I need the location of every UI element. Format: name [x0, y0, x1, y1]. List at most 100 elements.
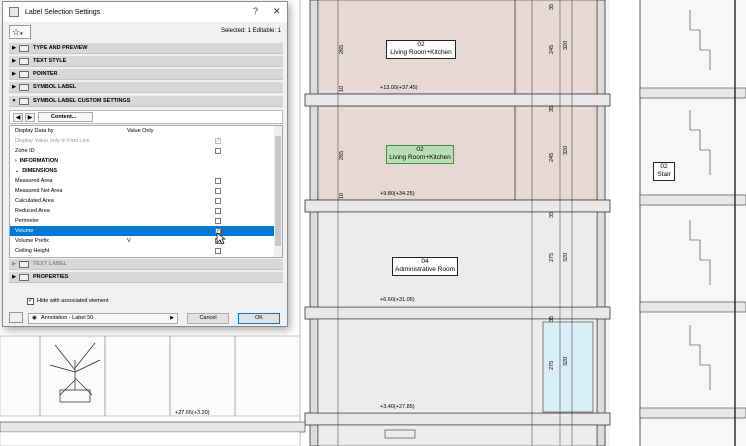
- ok-button[interactable]: OK: [238, 313, 280, 324]
- row-label: Measured Area: [15, 178, 53, 184]
- dimension-text: 35: [549, 3, 555, 10]
- favorite-label: Annotation - Label 50: [41, 315, 94, 321]
- next-icon[interactable]: ▶: [25, 113, 35, 122]
- favorites-button[interactable]: ☆▾: [9, 25, 31, 39]
- hide-with-element-label: Hide with associated element: [37, 298, 109, 304]
- prev-icon[interactable]: ◀: [13, 113, 23, 122]
- list-scrollbar[interactable]: [274, 126, 282, 257]
- section-icon: [19, 57, 29, 65]
- section-icon: [19, 273, 29, 281]
- dimension-text: 320: [563, 356, 569, 366]
- row-label: Volume Prefix: [15, 238, 49, 244]
- chevron-right-icon: ▶: [170, 315, 174, 321]
- dimension-text: 265: [339, 44, 345, 54]
- elevation-marker: +13.00(+37.45): [380, 85, 418, 91]
- row-label: Measured Net Area: [15, 188, 63, 194]
- hide-with-element-checkbox[interactable]: ✓: [27, 298, 34, 305]
- chevron-right-icon: ▶: [12, 71, 16, 77]
- row-value[interactable]: Value Only: [127, 126, 154, 136]
- scrollbar-thumb[interactable]: [275, 136, 281, 246]
- favorite-selector[interactable]: ◉ Annotation - Label 50 ▶: [28, 313, 178, 324]
- dimension-text: 245: [549, 44, 555, 54]
- chevron-down-icon: ⌄: [15, 168, 20, 174]
- list-group[interactable]: › INFORMATION: [10, 156, 275, 166]
- row-checkbox[interactable]: [215, 218, 221, 224]
- list-item[interactable]: Perimeter: [10, 216, 275, 226]
- section-text-label[interactable]: ▶ TEXT LABEL: [9, 259, 283, 270]
- row-label: Display Data by: [15, 128, 54, 134]
- row-label: Display Value only in First Line: [15, 138, 90, 144]
- star-icon: ☆: [12, 27, 21, 37]
- section-icon: [19, 260, 29, 268]
- section-type-and-preview[interactable]: ▶ TYPE AND PREVIEW: [9, 43, 283, 54]
- row-checkbox[interactable]: [215, 208, 221, 214]
- section-icon: [19, 70, 29, 78]
- list-item[interactable]: Zone ID: [10, 146, 275, 156]
- list-item[interactable]: Ceiling Height: [10, 246, 275, 256]
- list-item-selected[interactable]: Volume ✓: [10, 226, 275, 236]
- elevation-marker: +9.80(+34.25): [380, 191, 415, 197]
- list-item[interactable]: Measured Area: [10, 176, 275, 186]
- selection-info: Selected: 1 Editable: 1: [220, 28, 281, 34]
- row-checkbox[interactable]: [215, 198, 221, 204]
- section-icon: [19, 97, 29, 105]
- section-properties[interactable]: ▶ PROPERTIES: [9, 272, 283, 283]
- dimension-text: 320: [563, 252, 569, 262]
- section-symbol-label-custom-settings[interactable]: ▼ SYMBOL LABEL CUSTOM SETTINGS: [9, 96, 283, 107]
- dialog-titlebar[interactable]: Label Selection Settings ? ✕: [3, 2, 287, 22]
- room-label-living-kitchen-selected[interactable]: 02 Living Room+Kitchen: [386, 145, 454, 164]
- row-checkbox[interactable]: ✓: [215, 138, 221, 144]
- cancel-button[interactable]: Cancel: [187, 313, 229, 324]
- dimension-text: 10: [339, 192, 345, 199]
- list-item[interactable]: Calculated Area: [10, 196, 275, 206]
- room-label-living-kitchen-upper[interactable]: 02 Living Room+Kitchen: [386, 40, 456, 59]
- section-pointer[interactable]: ▶ POINTER: [9, 69, 283, 80]
- eye-icon: ◉: [32, 315, 37, 321]
- dimension-text: 320: [563, 40, 569, 50]
- room-name: Stair: [657, 171, 671, 178]
- row-checkbox[interactable]: [215, 248, 221, 254]
- room-number: 02: [417, 41, 425, 48]
- list-item[interactable]: Measured Net Area: [10, 186, 275, 196]
- chevron-right-icon: ›: [15, 158, 17, 164]
- elevation-marker: +3.40(+27.85): [380, 404, 415, 410]
- section-label: TEXT LABEL: [33, 261, 67, 267]
- label-selection-settings-dialog: Label Selection Settings ? ✕ ☆▾ Selected…: [2, 1, 288, 327]
- layer-icon[interactable]: [9, 312, 23, 323]
- chevron-down-icon: ▾: [20, 31, 23, 37]
- help-button[interactable]: ?: [253, 6, 258, 16]
- row-label: Volume: [15, 228, 34, 234]
- row-value[interactable]: V: [127, 236, 131, 246]
- row-checkbox[interactable]: [215, 148, 221, 154]
- dimension-text: 35: [549, 105, 555, 112]
- section-label: PROPERTIES: [33, 274, 69, 280]
- dimension-text: 320: [563, 145, 569, 155]
- row-label: INFORMATION: [19, 158, 59, 164]
- section-icon: [19, 83, 29, 91]
- list-item[interactable]: Reduced Area: [10, 206, 275, 216]
- room-label-administrative[interactable]: 04 Administrative Room: [392, 257, 458, 276]
- row-label: Reduced Area: [15, 208, 50, 214]
- close-button[interactable]: ✕: [273, 6, 281, 17]
- section-text-style[interactable]: ▶ TEXT STYLE: [9, 56, 283, 67]
- content-button[interactable]: Content...: [38, 112, 93, 122]
- parameter-list: Display Data by Value Only Display Value …: [9, 125, 283, 258]
- dimension-text: 35: [549, 211, 555, 218]
- list-item[interactable]: Display Value only in First Line ✓: [10, 136, 275, 146]
- dimension-text: 275: [549, 360, 555, 370]
- room-label-stair[interactable]: 02 Stair: [653, 162, 675, 181]
- dimension-text: 275: [549, 252, 555, 262]
- dimension-text: 10: [339, 85, 345, 92]
- row-checkbox[interactable]: [215, 188, 221, 194]
- room-number: 02: [660, 163, 668, 170]
- cursor-icon: [216, 232, 226, 245]
- list-item[interactable]: Volume Prefix V: [10, 236, 275, 246]
- list-item[interactable]: Display Data by Value Only: [10, 126, 275, 136]
- dimension-text: 265: [339, 150, 345, 160]
- list-group[interactable]: ⌄ DIMENSIONS: [10, 166, 275, 176]
- content-toolbar: ◀ ▶ Content...: [9, 110, 283, 124]
- row-checkbox[interactable]: [215, 178, 221, 184]
- dialog-title: Label Selection Settings: [25, 8, 101, 16]
- row-label: Ceiling Height: [15, 248, 50, 254]
- section-symbol-label[interactable]: ▶ SYMBOL LABEL: [9, 82, 283, 93]
